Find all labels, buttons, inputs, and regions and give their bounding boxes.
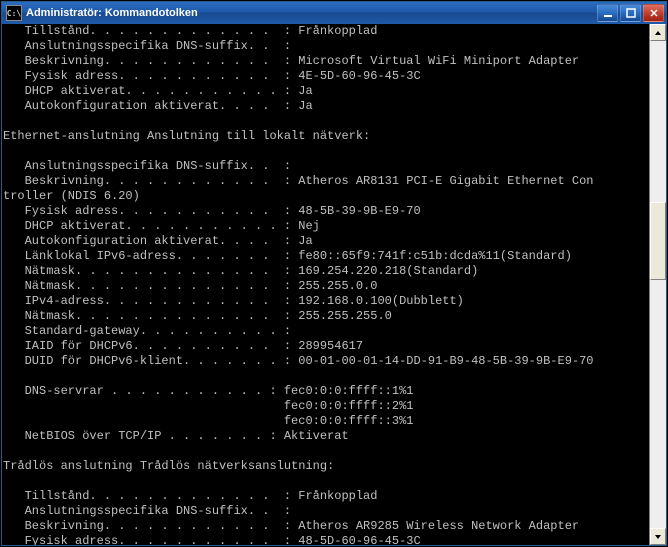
- scrollbar-thumb[interactable]: [650, 202, 666, 280]
- scroll-down-button[interactable]: [650, 528, 666, 545]
- cmd-window: C:\ Administratör: Kommandotolken Tillst…: [1, 1, 667, 546]
- vertical-scrollbar[interactable]: [649, 24, 666, 545]
- maximize-button[interactable]: [620, 4, 641, 22]
- console-output: Tillstånd. . . . . . . . . . . . . : Frå…: [2, 24, 649, 545]
- scrollbar-track[interactable]: [650, 41, 666, 528]
- client-area: Tillstånd. . . . . . . . . . . . . : Frå…: [2, 24, 666, 545]
- minimize-button[interactable]: [597, 4, 618, 22]
- window-title: Administratör: Kommandotolken: [26, 7, 597, 19]
- app-icon: C:\: [6, 5, 22, 21]
- close-button[interactable]: [643, 4, 664, 22]
- scroll-up-button[interactable]: [650, 24, 666, 41]
- titlebar[interactable]: C:\ Administratör: Kommandotolken: [2, 2, 666, 24]
- window-buttons: [597, 4, 664, 22]
